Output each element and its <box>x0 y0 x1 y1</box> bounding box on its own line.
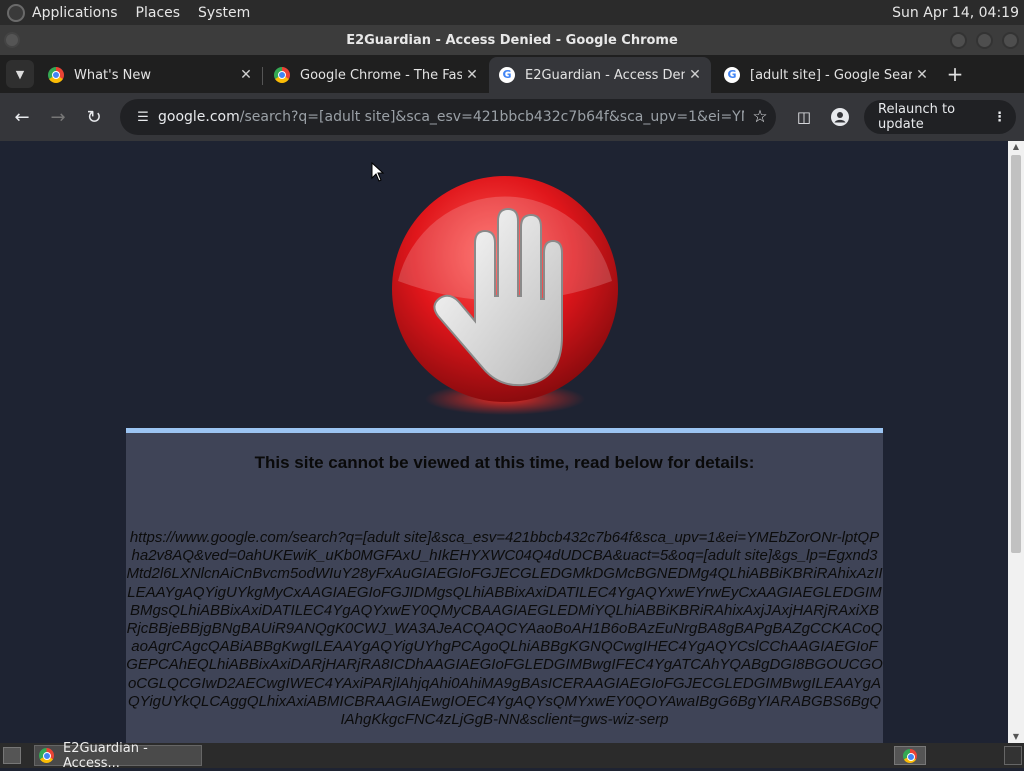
tab-google-search[interactable]: G [adult site] - Google Search ✕ <box>714 57 938 93</box>
arrow-right-icon: → <box>50 106 66 128</box>
relaunch-to-update-button[interactable]: Relaunch to update ⋮ <box>864 100 1016 134</box>
distro-logo-icon[interactable] <box>7 3 25 22</box>
close-tab-icon[interactable]: ✕ <box>462 67 482 83</box>
system-menu[interactable]: System <box>198 5 250 21</box>
tab-google-chrome[interactable]: Google Chrome - The Fast ✕ <box>264 57 488 93</box>
chrome-icon <box>274 67 290 83</box>
blocked-url-text: https://www.google.com/search?q=[adult s… <box>126 529 883 729</box>
back-button[interactable]: ← <box>10 105 34 129</box>
side-panel-icon: ◫ <box>796 108 812 126</box>
scroll-up-icon[interactable]: ▲ <box>1008 141 1024 153</box>
scrollbar-thumb[interactable] <box>1011 155 1021 553</box>
tab-label: What's New <box>74 67 151 83</box>
bookmark-star-icon[interactable]: ☆ <box>744 107 776 127</box>
taskbar-window-label: E2Guardian - Access... <box>63 740 148 771</box>
reload-icon: ↻ <box>86 106 102 128</box>
clock[interactable]: Sun Apr 14, 04:19 <box>892 5 1019 21</box>
close-tab-icon[interactable]: ✕ <box>236 67 256 83</box>
minimize-button[interactable] <box>950 32 967 49</box>
close-tab-icon[interactable]: ✕ <box>685 67 705 83</box>
relaunch-label: Relaunch to update <box>878 102 956 132</box>
address-bar[interactable]: ☰ google.com/search?q=[adult site]&sca_e… <box>120 99 776 135</box>
window-title: E2Guardian - Access Denied - Google Chro… <box>346 32 678 48</box>
google-icon: G <box>724 67 740 83</box>
tab-whats-new[interactable]: What's New ✕ <box>38 57 263 93</box>
show-desktop-icon[interactable] <box>3 747 21 764</box>
tab-strip: ▼ What's New ✕ Google Chrome - The Fast … <box>0 55 1024 93</box>
new-tab-button[interactable]: + <box>942 60 968 88</box>
forward-button[interactable]: → <box>46 105 70 129</box>
site-info-icon[interactable]: ☰ <box>128 110 158 125</box>
tab-label: E2Guardian - Access Denie <box>525 67 685 83</box>
url-text[interactable]: google.com/search?q=[adult site]&sca_esv… <box>158 109 744 125</box>
window-menu-button[interactable] <box>4 32 20 48</box>
bottom-taskbar: E2Guardian - Access... <box>0 741 1024 771</box>
block-heading: This site cannot be viewed at this time,… <box>254 453 755 472</box>
block-message-panel: This site cannot be viewed at this time,… <box>126 428 883 743</box>
reload-button[interactable]: ↻ <box>82 105 106 129</box>
tab-e2guardian[interactable]: G E2Guardian - Access Denie ✕ <box>489 57 711 93</box>
browser-toolbar: ← → ↻ ☰ google.com/search?q=[adult site]… <box>0 93 1024 141</box>
taskbar-window-button[interactable]: E2Guardian - Access... <box>34 741 202 771</box>
window-titlebar: E2Guardian - Access Denied - Google Chro… <box>0 25 1024 55</box>
mouse-cursor-icon <box>371 162 385 182</box>
tray-icon[interactable] <box>1004 746 1022 765</box>
maximize-button[interactable] <box>976 32 993 49</box>
vertical-scrollbar[interactable]: ▲ ▼ <box>1008 141 1024 743</box>
scroll-down-icon[interactable]: ▼ <box>1008 731 1024 743</box>
chrome-icon <box>48 67 64 83</box>
profile-button[interactable] <box>828 105 852 129</box>
close-tab-icon[interactable]: ✕ <box>912 67 932 83</box>
kebab-menu-icon[interactable]: ⋮ <box>993 110 1006 125</box>
close-window-button[interactable] <box>1002 32 1019 49</box>
google-icon: G <box>499 67 515 83</box>
stop-hand-icon <box>392 176 618 415</box>
chrome-icon <box>903 748 917 763</box>
tab-label: [adult site] - Google Search <box>750 67 912 83</box>
url-host: google.com <box>158 109 240 125</box>
plus-icon: + <box>946 62 964 86</box>
side-panel-button[interactable]: ◫ <box>792 105 816 129</box>
chevron-down-icon: ▼ <box>15 67 25 81</box>
workspace-switcher[interactable] <box>894 746 926 765</box>
applications-menu[interactable]: Applications <box>32 5 118 21</box>
tab-label: Google Chrome - The Fast <box>300 67 462 83</box>
places-menu[interactable]: Places <box>136 5 181 21</box>
tab-search-button[interactable]: ▼ <box>6 60 34 88</box>
url-path: /search?q=[adult site]&sca_esv=421bbcb43… <box>239 109 744 125</box>
tab-separator <box>262 67 263 85</box>
profile-icon <box>831 108 849 126</box>
arrow-left-icon: ← <box>14 106 30 128</box>
chrome-icon <box>39 748 54 763</box>
page-content: This site cannot be viewed at this time,… <box>0 141 1008 743</box>
system-top-panel: Applications Places System Sun Apr 14, 0… <box>0 0 1024 25</box>
